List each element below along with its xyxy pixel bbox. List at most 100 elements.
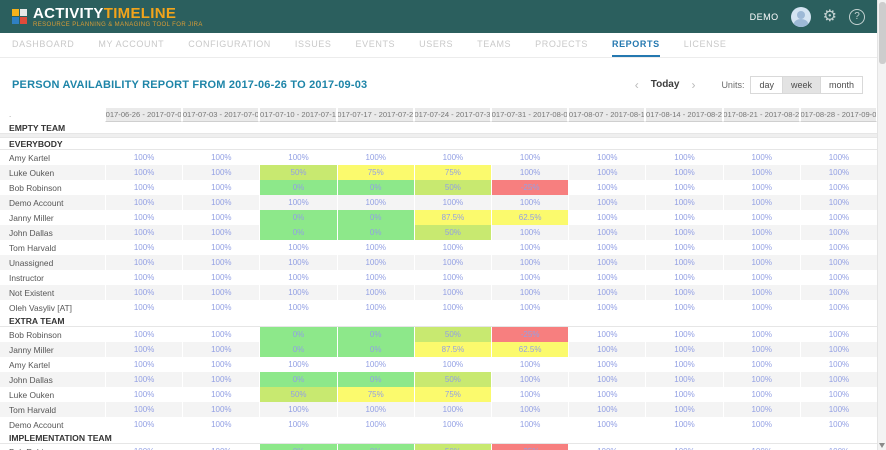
member-row: Demo Account100%100%100%100%100%100%100%… — [0, 195, 877, 210]
availability-cell: 100% — [337, 240, 414, 255]
availability-cell: 0% — [259, 372, 336, 387]
availability-cell: 100% — [105, 444, 182, 450]
user-name-label: DEMO — [750, 12, 779, 22]
availability-cell: 50% — [414, 372, 491, 387]
today-button[interactable]: Today — [651, 79, 680, 90]
team-header: EMPTY TEAM — [0, 122, 877, 134]
scrollbar-down-arrow-icon[interactable] — [879, 443, 885, 448]
availability-cell: 100% — [645, 327, 722, 342]
availability-cell: 100% — [491, 357, 568, 372]
tab-projects[interactable]: PROJECTS — [535, 33, 588, 57]
tab-license[interactable]: LICENSE — [684, 33, 727, 57]
availability-cell: 100% — [800, 270, 877, 285]
member-row: Luke Ouken100%100%50%75%75%100%100%100%1… — [0, 387, 877, 402]
availability-cell: 100% — [414, 285, 491, 300]
availability-cell: 100% — [645, 402, 722, 417]
availability-cell: 0% — [337, 327, 414, 342]
tab-dashboard[interactable]: DASHBOARD — [12, 33, 74, 57]
availability-cell: 0% — [337, 444, 414, 450]
tab-events[interactable]: EVENTS — [356, 33, 396, 57]
availability-cell: 100% — [182, 357, 259, 372]
availability-cell: 100% — [800, 387, 877, 402]
availability-cell: 100% — [800, 240, 877, 255]
app-title-primary: ACTIVITY — [33, 5, 104, 22]
availability-cell: 100% — [105, 342, 182, 357]
column-header: 2017-07-17 - 2017-07-23 — [337, 108, 414, 122]
next-period-icon[interactable]: › — [691, 79, 695, 91]
availability-cell: 75% — [414, 165, 491, 180]
availability-cell: 50% — [414, 327, 491, 342]
member-name: Janny Miller — [0, 210, 105, 225]
availability-cell: 100% — [723, 357, 800, 372]
tab-teams[interactable]: TEAMS — [477, 33, 511, 57]
app-logo: ACTIVITYTIMELINE RESOURCE PLANNING & MAN… — [12, 6, 203, 28]
member-row: Bob Robinson100%100%0%0%50%-25%100%100%1… — [0, 327, 877, 342]
availability-cell: 87.5% — [414, 210, 491, 225]
availability-cell: 0% — [259, 444, 336, 450]
member-row: Instructor100%100%100%100%100%100%100%10… — [0, 270, 877, 285]
tab-my-account[interactable]: MY ACCOUNT — [98, 33, 164, 57]
availability-cell: 100% — [182, 270, 259, 285]
availability-cell: 100% — [105, 300, 182, 315]
availability-cell: 100% — [723, 240, 800, 255]
help-icon[interactable]: ? — [849, 9, 865, 25]
availability-cell: 100% — [259, 150, 336, 165]
availability-cell: 100% — [259, 300, 336, 315]
member-name: Bob Robinson — [0, 444, 105, 450]
top-bar: ACTIVITYTIMELINE RESOURCE PLANNING & MAN… — [0, 0, 877, 33]
availability-cell: 100% — [337, 285, 414, 300]
user-avatar[interactable] — [791, 7, 811, 27]
availability-cell: 0% — [337, 342, 414, 357]
availability-cell: 100% — [568, 225, 645, 240]
availability-cell: 75% — [337, 387, 414, 402]
availability-cell: 100% — [182, 444, 259, 450]
availability-cell: 100% — [105, 195, 182, 210]
availability-cell: 100% — [645, 372, 722, 387]
prev-period-icon[interactable]: ‹ — [635, 79, 639, 91]
member-name: John Dallas — [0, 225, 105, 240]
availability-cell: 100% — [800, 342, 877, 357]
availability-cell: 0% — [337, 210, 414, 225]
availability-cell: 100% — [414, 300, 491, 315]
availability-cell: 0% — [337, 225, 414, 240]
unit-button-month[interactable]: month — [820, 76, 863, 94]
availability-cell: 100% — [645, 270, 722, 285]
column-header: 2017-06-26 - 2017-07-02 — [105, 108, 182, 122]
availability-cell: 100% — [800, 225, 877, 240]
availability-cell: 100% — [182, 210, 259, 225]
page-title: PERSON AVAILABILITY REPORT FROM 2017-06-… — [12, 79, 367, 91]
scrollbar-thumb[interactable] — [879, 2, 886, 64]
availability-cell: 100% — [337, 255, 414, 270]
availability-cell: 100% — [568, 402, 645, 417]
settings-gear-icon[interactable]: ⚙ — [823, 9, 837, 25]
column-header: 2017-08-21 - 2017-08-27 — [723, 108, 800, 122]
availability-cell: 100% — [491, 165, 568, 180]
availability-cell: 100% — [105, 372, 182, 387]
availability-table: .2017-06-26 - 2017-07-022017-07-03 - 201… — [0, 108, 877, 450]
member-name: Demo Account — [0, 417, 105, 432]
member-name: Janny Miller — [0, 342, 105, 357]
tab-reports[interactable]: REPORTS — [612, 33, 660, 57]
availability-cell: 100% — [645, 417, 722, 432]
column-header: 2017-07-10 - 2017-07-16 — [259, 108, 336, 122]
column-header: 2017-08-28 - 2017-09-03 — [800, 108, 877, 122]
availability-cell: 100% — [414, 402, 491, 417]
member-row: Demo Account100%100%100%100%100%100%100%… — [0, 417, 877, 432]
availability-cell: 100% — [800, 195, 877, 210]
availability-cell: 100% — [568, 387, 645, 402]
availability-cell: 100% — [800, 210, 877, 225]
tab-users[interactable]: USERS — [419, 33, 453, 57]
tab-issues[interactable]: ISSUES — [295, 33, 332, 57]
availability-cell: 100% — [105, 165, 182, 180]
vertical-scrollbar[interactable] — [877, 0, 886, 450]
availability-cell: 100% — [645, 195, 722, 210]
availability-cell: 100% — [723, 195, 800, 210]
availability-cell: 100% — [723, 285, 800, 300]
tab-configuration[interactable]: CONFIGURATION — [188, 33, 271, 57]
availability-cell: 100% — [105, 225, 182, 240]
availability-cell: 100% — [105, 255, 182, 270]
availability-cell: 100% — [568, 270, 645, 285]
unit-button-day[interactable]: day — [750, 76, 783, 94]
unit-button-week[interactable]: week — [782, 76, 821, 94]
units-label: Units: — [721, 80, 744, 90]
